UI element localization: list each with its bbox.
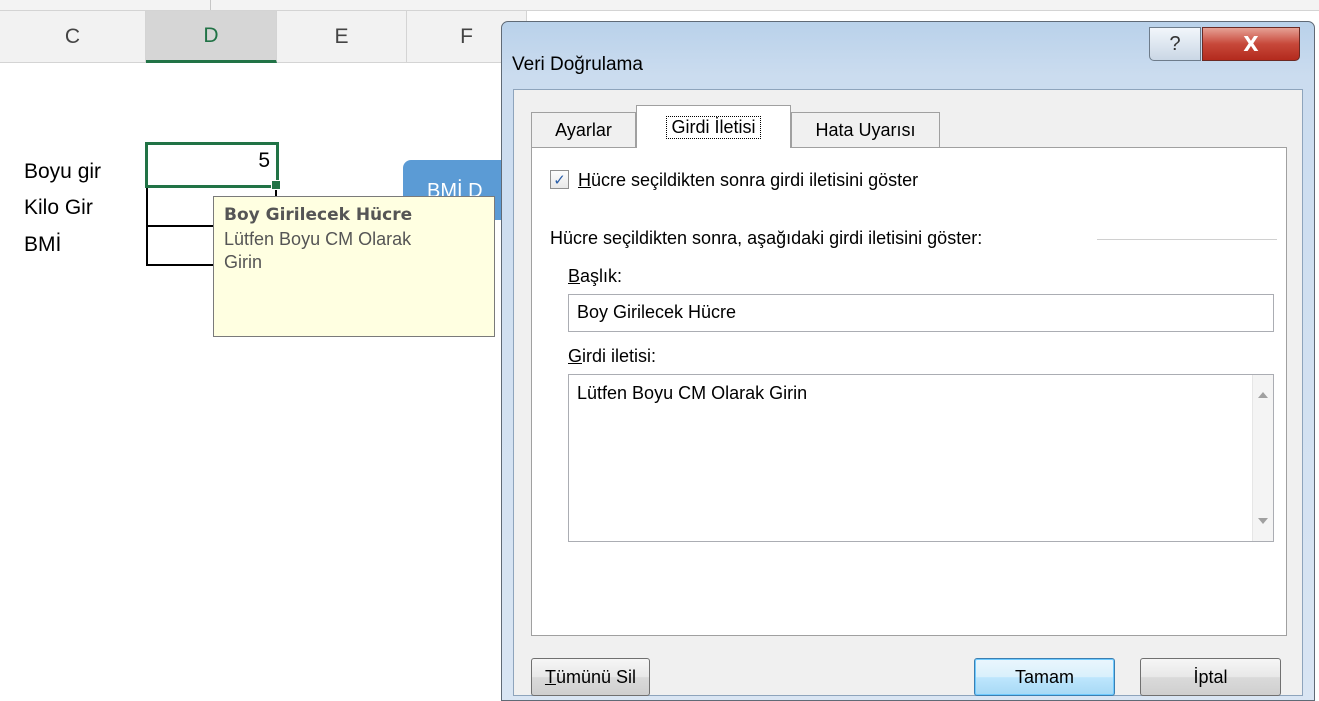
textarea-scrollbar[interactable] — [1252, 375, 1273, 541]
cell-label-height[interactable]: Boyu gir — [24, 160, 101, 184]
scroll-down-icon[interactable] — [1258, 518, 1268, 524]
tooltip-line-1: Lütfen Boyu CM Olarak — [224, 229, 412, 249]
input-message-panel: ✓ Hücre seçildikten sonra girdi iletisin… — [531, 147, 1287, 636]
message-textarea[interactable]: Lütfen Boyu CM Olarak Girin — [568, 374, 1274, 542]
cell-label-weight[interactable]: Kilo Gir — [24, 196, 93, 220]
scroll-up-icon[interactable] — [1258, 392, 1268, 398]
active-cell-height[interactable]: 5 — [145, 142, 279, 188]
tab-settings-label: Ayarlar — [555, 119, 612, 140]
tooltip-line-2: Girin — [224, 252, 263, 272]
cell-label-bmi[interactable]: BMİ — [24, 233, 61, 257]
active-cell-value: 5 — [258, 149, 270, 172]
group-divider — [1097, 239, 1277, 240]
title-field-label: Başlık: — [568, 266, 623, 286]
message-textarea-value: Lütfen Boyu CM Olarak Girin — [577, 383, 808, 403]
input-message-tooltip: Boy Girilecek Hücre Lütfen Boyu CM Olara… — [213, 196, 495, 337]
ok-button[interactable]: Tamam — [974, 658, 1115, 696]
data-validation-dialog: Veri Doğrulama ? X Ayarlar Girdi İletisi… — [501, 21, 1315, 701]
clear-all-button[interactable]: Tümünü Sil — [531, 658, 650, 696]
help-icon: ? — [1169, 32, 1181, 55]
column-header-e[interactable]: E — [277, 11, 407, 63]
tooltip-title: Boy Girilecek Hücre — [224, 205, 413, 225]
formula-bar-separator — [210, 0, 211, 10]
dialog-client-area: Ayarlar Girdi İletisi Hata Uyarısı ✓ Hüc… — [513, 89, 1303, 696]
fill-handle[interactable] — [271, 180, 281, 190]
help-button[interactable]: ? — [1149, 27, 1201, 61]
column-header-d[interactable]: D — [146, 11, 277, 63]
tab-input-message-label: Girdi İletisi — [666, 115, 761, 139]
tab-error-alert[interactable]: Hata Uyarısı — [791, 112, 940, 147]
cancel-button[interactable]: İptal — [1140, 658, 1281, 696]
show-message-checkbox[interactable]: ✓ — [550, 170, 569, 189]
dialog-titlebar[interactable]: Veri Doğrulama ? X — [502, 22, 1314, 88]
group-label: Hücre seçildikten sonra, aşağıdaki girdi… — [550, 228, 983, 248]
close-icon: X — [1243, 32, 1259, 56]
close-button[interactable]: X — [1202, 27, 1300, 61]
tab-error-alert-label: Hata Uyarısı — [815, 119, 916, 140]
message-field-label: Girdi iletisi: — [568, 346, 657, 366]
checkmark-icon: ✓ — [553, 170, 566, 189]
tab-settings[interactable]: Ayarlar — [531, 112, 636, 147]
tooltip-message: Lütfen Boyu CM Olarak Girin — [224, 228, 484, 274]
dialog-title: Veri Doğrulama — [512, 54, 643, 75]
tab-input-message[interactable]: Girdi İletisi — [636, 105, 791, 148]
show-message-checkbox-label[interactable]: Hücre seçildikten sonra girdi iletisini … — [578, 170, 918, 191]
column-header-c[interactable]: C — [0, 11, 146, 63]
formula-bar-strip — [0, 0, 1319, 11]
title-input[interactable]: Boy Girilecek Hücre — [568, 294, 1274, 332]
